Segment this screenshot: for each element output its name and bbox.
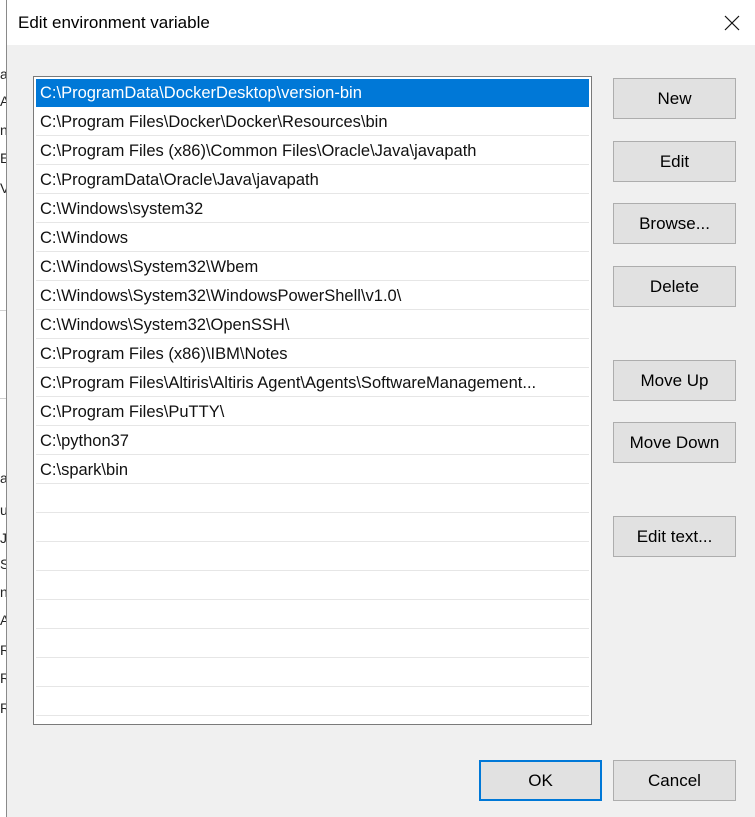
path-list-item-text: C:\Windows\system32 [36, 195, 589, 223]
close-button[interactable] [708, 0, 755, 45]
path-list-empty-row[interactable] [36, 572, 589, 601]
path-list-empty-row[interactable] [36, 543, 589, 572]
path-list-item-text: C:\ProgramData\Oracle\Java\javapath [36, 166, 589, 194]
path-list-item-text: C:\spark\bin [36, 456, 589, 484]
title-bar[interactable]: Edit environment variable [7, 0, 755, 45]
path-list[interactable]: C:\ProgramData\DockerDesktop\version-bin… [33, 76, 592, 725]
move-up-button[interactable]: Move Up [613, 360, 736, 401]
delete-button[interactable]: Delete [613, 266, 736, 307]
path-list-item[interactable]: C:\Program Files (x86)\IBM\Notes [36, 340, 589, 369]
path-list-item-text: C:\Windows\System32\Wbem [36, 253, 589, 281]
path-list-item[interactable]: C:\Program Files\Docker\Docker\Resources… [36, 108, 589, 137]
path-list-item[interactable]: C:\Program Files\Altiris\Altiris Agent\A… [36, 369, 589, 398]
path-list-item[interactable]: C:\Windows\System32\Wbem [36, 253, 589, 282]
path-list-item-text [36, 659, 589, 687]
close-icon [724, 15, 740, 30]
path-list-item-text [36, 485, 589, 513]
path-list-empty-row[interactable] [36, 601, 589, 630]
path-list-item-text: C:\Program Files\PuTTY\ [36, 398, 589, 426]
edit-environment-variable-dialog: Edit environment variable C:\ProgramData… [6, 0, 755, 817]
path-list-empty-row[interactable] [36, 688, 589, 717]
path-list-item-text: C:\Program Files\Docker\Docker\Resources… [36, 108, 589, 136]
edit-text-button[interactable]: Edit text... [613, 516, 736, 557]
path-list-item-text: C:\Program Files\Altiris\Altiris Agent\A… [36, 369, 589, 397]
path-list-empty-row[interactable] [36, 630, 589, 659]
path-list-item-text: C:\Windows\System32\OpenSSH\ [36, 311, 589, 339]
path-list-item-text [36, 601, 589, 629]
path-list-item-text: C:\python37 [36, 427, 589, 455]
path-list-item[interactable]: C:\ProgramData\Oracle\Java\javapath [36, 166, 589, 195]
path-list-item[interactable]: C:\Windows [36, 224, 589, 253]
path-list-item-text: C:\Windows\System32\WindowsPowerShell\v1… [36, 282, 589, 310]
path-list-item-text [36, 543, 589, 571]
path-list-empty-row[interactable] [36, 485, 589, 514]
edit-button[interactable]: Edit [613, 141, 736, 182]
path-list-item[interactable]: C:\spark\bin [36, 456, 589, 485]
path-list-rows: C:\ProgramData\DockerDesktop\version-bin… [36, 79, 589, 717]
path-list-item-text [36, 572, 589, 600]
path-list-item-text [36, 688, 589, 716]
path-list-empty-row[interactable] [36, 514, 589, 543]
path-list-item-text: C:\Program Files (x86)\Common Files\Orac… [36, 137, 589, 165]
path-list-item[interactable]: C:\Program Files (x86)\Common Files\Orac… [36, 137, 589, 166]
path-list-item[interactable]: C:\Windows\System32\OpenSSH\ [36, 311, 589, 340]
path-list-item[interactable]: C:\ProgramData\DockerDesktop\version-bin [36, 79, 589, 108]
path-list-item[interactable]: C:\Windows\System32\WindowsPowerShell\v1… [36, 282, 589, 311]
path-list-item[interactable]: C:\Windows\system32 [36, 195, 589, 224]
path-list-item-text: C:\Windows [36, 224, 589, 252]
path-list-item[interactable]: C:\python37 [36, 427, 589, 456]
path-list-item-text [36, 514, 589, 542]
path-list-item-text: C:\ProgramData\DockerDesktop\version-bin [36, 79, 589, 107]
cancel-button[interactable]: Cancel [613, 760, 736, 801]
dialog-title: Edit environment variable [18, 13, 210, 32]
ok-button[interactable]: OK [479, 760, 602, 801]
move-down-button[interactable]: Move Down [613, 422, 736, 463]
new-button[interactable]: New [613, 78, 736, 119]
path-list-empty-row[interactable] [36, 659, 589, 688]
path-list-item-text [36, 630, 589, 658]
path-list-item[interactable]: C:\Program Files\PuTTY\ [36, 398, 589, 427]
browse-button[interactable]: Browse... [613, 203, 736, 244]
path-list-item-text: C:\Program Files (x86)\IBM\Notes [36, 340, 589, 368]
